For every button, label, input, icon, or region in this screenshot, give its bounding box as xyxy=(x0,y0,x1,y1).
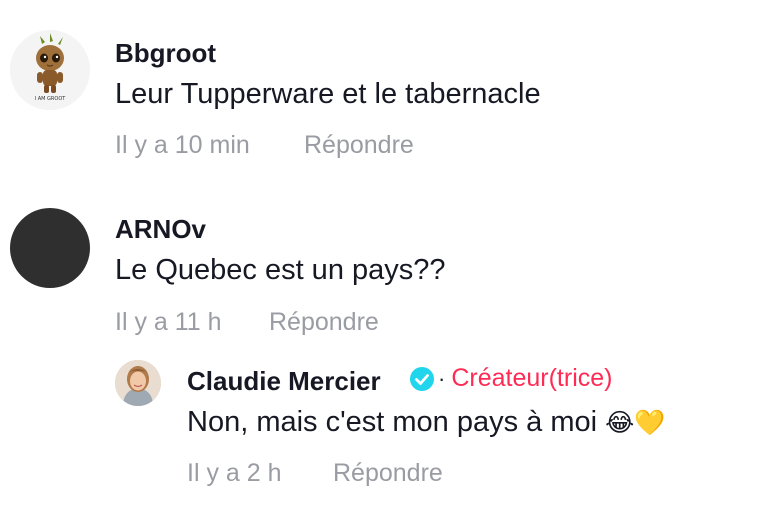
comment-timestamp: Il y a 11 h xyxy=(115,308,222,336)
separator-dot: · xyxy=(438,365,446,391)
comment-username[interactable]: ARNOv xyxy=(115,214,206,245)
creator-row: · Créateur(trice) xyxy=(408,364,612,393)
avatar[interactable]: I AM GROOT xyxy=(10,30,90,110)
reply-button[interactable]: Répondre xyxy=(269,308,379,337)
reply-username[interactable]: Claudie Mercier xyxy=(187,366,381,397)
emoji-laugh-heart-icon: 😂💛 xyxy=(605,409,666,437)
avatar[interactable] xyxy=(10,208,90,288)
reply-button[interactable]: Répondre xyxy=(304,131,414,160)
reply-text: Non, mais c'est mon pays à moi 😂💛 xyxy=(187,406,665,439)
reply-timestamp: Il y a 2 h xyxy=(187,459,282,487)
profile-photo-icon xyxy=(115,360,161,406)
comment-item: I AM GROOT Bbgroot Leur Tupperware et le… xyxy=(0,0,784,180)
avatar-caption: I AM GROOT xyxy=(34,96,66,102)
avatar[interactable] xyxy=(115,360,161,406)
reply-text-body: Non, mais c'est mon pays à moi xyxy=(187,406,598,438)
comment-username[interactable]: Bbgroot xyxy=(115,38,216,69)
comment-text: Leur Tupperware et le tabernacle xyxy=(115,78,541,110)
comment-timestamp: Il y a 10 min xyxy=(115,131,250,159)
comment-text: Le Quebec est un pays?? xyxy=(115,254,446,286)
creator-badge: Créateur(trice) xyxy=(451,364,613,392)
reply-button[interactable]: Répondre xyxy=(333,459,443,488)
verified-badge-icon xyxy=(410,366,434,391)
